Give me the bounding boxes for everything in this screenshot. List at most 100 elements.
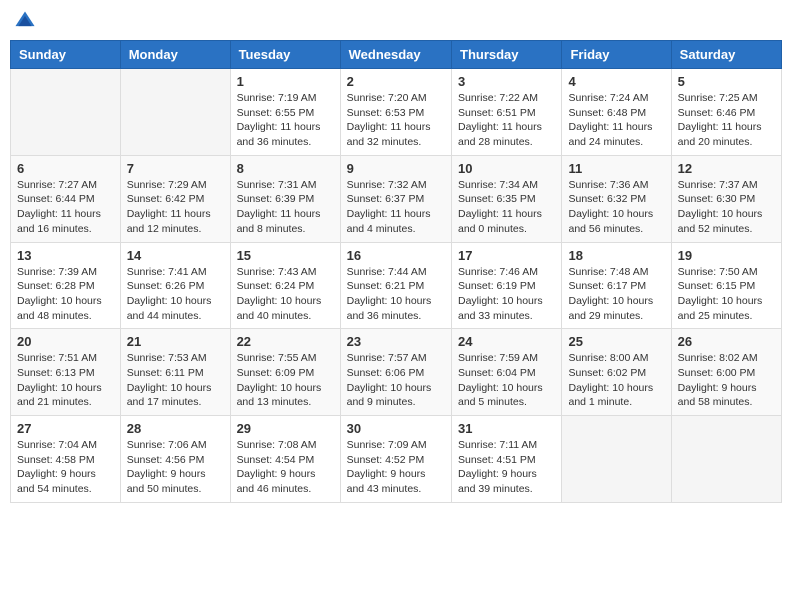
- day-info: Sunrise: 7:20 AM Sunset: 6:53 PM Dayligh…: [347, 91, 445, 150]
- day-number: 3: [458, 74, 555, 89]
- week-row-3: 13 Sunrise: 7:39 AM Sunset: 6:28 PM Dayli…: [11, 242, 782, 329]
- day-number: 20: [17, 334, 114, 349]
- column-header-saturday: Saturday: [671, 41, 781, 69]
- calendar-cell: 9 Sunrise: 7:32 AM Sunset: 6:37 PM Daylig…: [340, 155, 451, 242]
- calendar-cell: 8Sunrise: 7:31 AM Sunset: 6:39 PM Daylig…: [230, 155, 340, 242]
- day-info: Sunrise: 7:24 AM Sunset: 6:48 PM Dayligh…: [568, 91, 664, 150]
- day-number: 18: [568, 248, 664, 263]
- calendar-cell: 6 Sunrise: 7:27 AM Sunset: 6:44 PM Daylig…: [11, 155, 121, 242]
- day-number: 25: [568, 334, 664, 349]
- day-info: Sunrise: 7:09 AM Sunset: 4:52 PM Dayligh…: [347, 438, 445, 497]
- day-number: 1: [237, 74, 334, 89]
- calendar-cell: 1 Sunrise: 7:19 AM Sunset: 6:55 PM Daylig…: [230, 69, 340, 156]
- day-info: Sunrise: 7:57 AM Sunset: 6:06 PM Dayligh…: [347, 351, 445, 410]
- calendar-cell: [671, 416, 781, 503]
- calendar-cell: 5Sunrise: 7:25 AM Sunset: 6:46 PM Daylig…: [671, 69, 781, 156]
- calendar-cell: 24Sunrise: 7:59 AM Sunset: 6:04 PM Dayli…: [452, 329, 562, 416]
- calendar-cell: [120, 69, 230, 156]
- header: [10, 10, 782, 32]
- calendar-cell: 17 Sunrise: 7:46 AM Sunset: 6:19 PM Dayli…: [452, 242, 562, 329]
- day-info: Sunrise: 7:22 AM Sunset: 6:51 PM Dayligh…: [458, 91, 555, 150]
- calendar-cell: 10 Sunrise: 7:34 AM Sunset: 6:35 PM Dayli…: [452, 155, 562, 242]
- day-info: Sunrise: 7:11 AM Sunset: 4:51 PM Dayligh…: [458, 438, 555, 497]
- calendar-cell: 28Sunrise: 7:06 AM Sunset: 4:56 PM Dayli…: [120, 416, 230, 503]
- calendar-cell: 29 Sunrise: 7:08 AM Sunset: 4:54 PM Dayli…: [230, 416, 340, 503]
- calendar-cell: 31Sunrise: 7:11 AM Sunset: 4:51 PM Dayli…: [452, 416, 562, 503]
- day-number: 13: [17, 248, 114, 263]
- day-info: Sunrise: 7:34 AM Sunset: 6:35 PM Dayligh…: [458, 178, 555, 237]
- day-number: 17: [458, 248, 555, 263]
- day-number: 5: [678, 74, 775, 89]
- calendar-cell: 3 Sunrise: 7:22 AM Sunset: 6:51 PM Daylig…: [452, 69, 562, 156]
- week-row-4: 20 Sunrise: 7:51 AM Sunset: 6:13 PM Dayli…: [11, 329, 782, 416]
- calendar-body: 1 Sunrise: 7:19 AM Sunset: 6:55 PM Daylig…: [11, 69, 782, 503]
- column-header-wednesday: Wednesday: [340, 41, 451, 69]
- calendar-cell: 23 Sunrise: 7:57 AM Sunset: 6:06 PM Dayli…: [340, 329, 451, 416]
- day-number: 24: [458, 334, 555, 349]
- column-header-sunday: Sunday: [11, 41, 121, 69]
- day-number: 4: [568, 74, 664, 89]
- day-info: Sunrise: 7:46 AM Sunset: 6:19 PM Dayligh…: [458, 265, 555, 324]
- calendar-cell: 25 Sunrise: 8:00 AM Sunset: 6:02 PM Dayli…: [562, 329, 671, 416]
- day-number: 30: [347, 421, 445, 436]
- calendar-cell: 27 Sunrise: 7:04 AM Sunset: 4:58 PM Dayli…: [11, 416, 121, 503]
- day-info: Sunrise: 7:41 AM Sunset: 6:26 PM Dayligh…: [127, 265, 224, 324]
- calendar-cell: 12Sunrise: 7:37 AM Sunset: 6:30 PM Dayli…: [671, 155, 781, 242]
- calendar-cell: 19 Sunrise: 7:50 AM Sunset: 6:15 PM Dayli…: [671, 242, 781, 329]
- calendar-cell: 11 Sunrise: 7:36 AM Sunset: 6:32 PM Dayli…: [562, 155, 671, 242]
- day-info: Sunrise: 7:08 AM Sunset: 4:54 PM Dayligh…: [237, 438, 334, 497]
- day-info: Sunrise: 8:02 AM Sunset: 6:00 PM Dayligh…: [678, 351, 775, 410]
- day-number: 29: [237, 421, 334, 436]
- logo: [14, 10, 40, 32]
- day-info: Sunrise: 7:43 AM Sunset: 6:24 PM Dayligh…: [237, 265, 334, 324]
- day-info: Sunrise: 7:19 AM Sunset: 6:55 PM Dayligh…: [237, 91, 334, 150]
- day-number: 7: [127, 161, 224, 176]
- calendar-cell: 15Sunrise: 7:43 AM Sunset: 6:24 PM Dayli…: [230, 242, 340, 329]
- day-number: 27: [17, 421, 114, 436]
- day-info: Sunrise: 7:44 AM Sunset: 6:21 PM Dayligh…: [347, 265, 445, 324]
- week-row-5: 27 Sunrise: 7:04 AM Sunset: 4:58 PM Dayli…: [11, 416, 782, 503]
- day-info: Sunrise: 7:29 AM Sunset: 6:42 PM Dayligh…: [127, 178, 224, 237]
- day-info: Sunrise: 7:31 AM Sunset: 6:39 PM Dayligh…: [237, 178, 334, 237]
- day-number: 11: [568, 161, 664, 176]
- day-info: Sunrise: 7:06 AM Sunset: 4:56 PM Dayligh…: [127, 438, 224, 497]
- column-headers-row: SundayMondayTuesdayWednesdayThursdayFrid…: [11, 41, 782, 69]
- logo-icon: [14, 10, 36, 32]
- column-header-friday: Friday: [562, 41, 671, 69]
- calendar-cell: 22Sunrise: 7:55 AM Sunset: 6:09 PM Dayli…: [230, 329, 340, 416]
- day-number: 2: [347, 74, 445, 89]
- day-number: 19: [678, 248, 775, 263]
- calendar-cell: 16 Sunrise: 7:44 AM Sunset: 6:21 PM Dayli…: [340, 242, 451, 329]
- calendar-cell: [11, 69, 121, 156]
- day-info: Sunrise: 7:48 AM Sunset: 6:17 PM Dayligh…: [568, 265, 664, 324]
- calendar-table: SundayMondayTuesdayWednesdayThursdayFrid…: [10, 40, 782, 503]
- calendar-cell: 21 Sunrise: 7:53 AM Sunset: 6:11 PM Dayli…: [120, 329, 230, 416]
- calendar-cell: [562, 416, 671, 503]
- day-info: Sunrise: 7:51 AM Sunset: 6:13 PM Dayligh…: [17, 351, 114, 410]
- day-info: Sunrise: 7:39 AM Sunset: 6:28 PM Dayligh…: [17, 265, 114, 324]
- day-info: Sunrise: 7:36 AM Sunset: 6:32 PM Dayligh…: [568, 178, 664, 237]
- day-number: 26: [678, 334, 775, 349]
- day-info: Sunrise: 7:04 AM Sunset: 4:58 PM Dayligh…: [17, 438, 114, 497]
- day-number: 10: [458, 161, 555, 176]
- column-header-thursday: Thursday: [452, 41, 562, 69]
- day-number: 23: [347, 334, 445, 349]
- day-number: 21: [127, 334, 224, 349]
- calendar-cell: 30 Sunrise: 7:09 AM Sunset: 4:52 PM Dayli…: [340, 416, 451, 503]
- day-info: Sunrise: 7:50 AM Sunset: 6:15 PM Dayligh…: [678, 265, 775, 324]
- day-info: Sunrise: 7:53 AM Sunset: 6:11 PM Dayligh…: [127, 351, 224, 410]
- day-info: Sunrise: 8:00 AM Sunset: 6:02 PM Dayligh…: [568, 351, 664, 410]
- day-info: Sunrise: 7:32 AM Sunset: 6:37 PM Dayligh…: [347, 178, 445, 237]
- day-number: 6: [17, 161, 114, 176]
- day-number: 22: [237, 334, 334, 349]
- column-header-tuesday: Tuesday: [230, 41, 340, 69]
- day-number: 9: [347, 161, 445, 176]
- column-header-monday: Monday: [120, 41, 230, 69]
- day-number: 16: [347, 248, 445, 263]
- calendar-cell: 13 Sunrise: 7:39 AM Sunset: 6:28 PM Dayli…: [11, 242, 121, 329]
- calendar-cell: 26 Sunrise: 8:02 AM Sunset: 6:00 PM Dayli…: [671, 329, 781, 416]
- day-info: Sunrise: 7:27 AM Sunset: 6:44 PM Dayligh…: [17, 178, 114, 237]
- calendar-cell: 20 Sunrise: 7:51 AM Sunset: 6:13 PM Dayli…: [11, 329, 121, 416]
- calendar-cell: 4 Sunrise: 7:24 AM Sunset: 6:48 PM Daylig…: [562, 69, 671, 156]
- week-row-1: 1 Sunrise: 7:19 AM Sunset: 6:55 PM Daylig…: [11, 69, 782, 156]
